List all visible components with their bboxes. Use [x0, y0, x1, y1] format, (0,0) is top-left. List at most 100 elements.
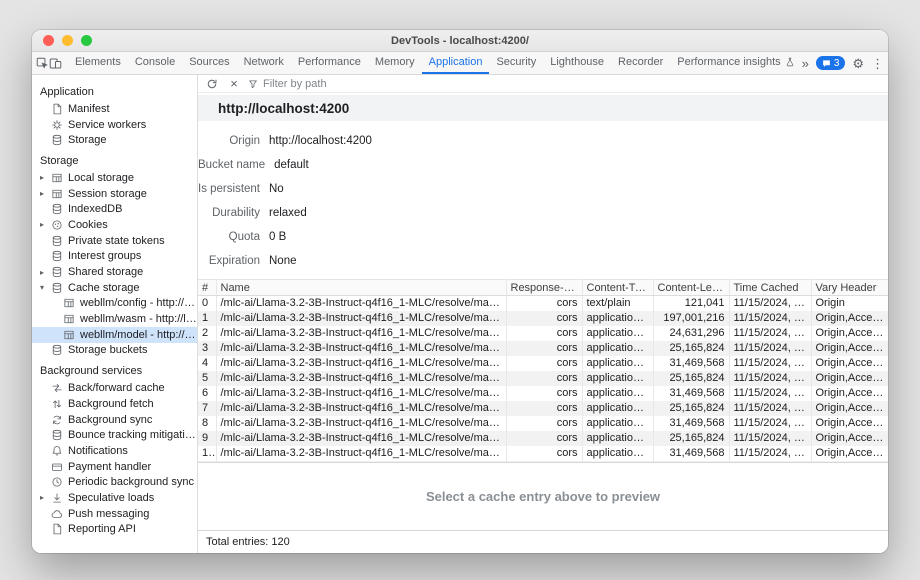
column-header-content-type[interactable]: Content-Type [582, 280, 653, 296]
cell-response-type: cors [506, 416, 582, 431]
devtools-window: DevTools - localhost:4200/ ElementsConso… [32, 30, 888, 553]
content-pane: × http://localhost:4200 Originhttp://loc… [198, 75, 888, 553]
section-header-storage[interactable]: Storage [32, 154, 197, 168]
sidebar-item-storage[interactable]: Storage [32, 132, 197, 148]
tab-elements[interactable]: Elements [68, 52, 128, 74]
cell-content-type: application/oc… [582, 401, 653, 416]
tab-security[interactable]: Security [489, 52, 543, 74]
cell-content-type: application/oc… [582, 326, 653, 341]
sidebar-item-interest-groups[interactable]: Interest groups [32, 249, 197, 265]
sidebar-item-speculative-loads[interactable]: ▸ Speculative loads [32, 490, 197, 506]
table-row[interactable]: 3/mlc-ai/Llama-3.2-3B-Instruct-q4f16_1-M… [198, 341, 888, 356]
tab-console[interactable]: Console [128, 52, 182, 74]
table-row[interactable]: 9/mlc-ai/Llama-3.2-3B-Instruct-q4f16_1-M… [198, 431, 888, 446]
sidebar-item-background-sync[interactable]: Background sync [32, 412, 197, 428]
sidebar-item-label: Speculative loads [68, 492, 154, 504]
cell-time-cached: 11/15/2024, 10… [729, 371, 811, 386]
table-row[interactable]: 5/mlc-ai/Llama-3.2-3B-Instruct-q4f16_1-M… [198, 371, 888, 386]
tab-recorder[interactable]: Recorder [611, 52, 670, 74]
sidebar-item-webllm-model-http-loc[interactable]: webllm/model - http://loc… [32, 327, 197, 343]
sidebar-item-notifications[interactable]: Notifications [32, 443, 197, 459]
clock-icon [51, 476, 68, 488]
chevron-right-icon[interactable]: ▸ [40, 189, 51, 198]
chevron-down-icon[interactable]: ▾ [40, 283, 51, 292]
sidebar-item-push-messaging[interactable]: Push messaging [32, 506, 197, 522]
cell-name: /mlc-ai/Llama-3.2-3B-Instruct-q4f16_1-ML… [216, 311, 506, 326]
sidebar-item-label: Cache storage [68, 282, 140, 294]
tab-label: Application [429, 56, 483, 68]
delete-selected-icon[interactable]: × [226, 76, 242, 92]
sidebar-item-manifest[interactable]: Manifest [32, 101, 197, 117]
sidebar-item-local-storage[interactable]: ▸Local storage [32, 170, 197, 186]
table-row[interactable]: 6/mlc-ai/Llama-3.2-3B-Instruct-q4f16_1-M… [198, 386, 888, 401]
inspect-element-icon[interactable] [36, 52, 49, 74]
tab-performance-insights[interactable]: Performance insights [670, 52, 801, 74]
chevron-right-icon[interactable]: ▸ [40, 173, 51, 182]
cell-content-length: 31,469,568 [653, 416, 729, 431]
sidebar-item-webllm-wasm-http-loca[interactable]: webllm/wasm - http://loca… [32, 311, 197, 327]
sidebar-item-label: Session storage [68, 188, 147, 200]
sidebar-item-payment-handler[interactable]: Payment handler [32, 459, 197, 475]
column-header-name[interactable]: Name [216, 280, 506, 296]
table-row[interactable]: 0/mlc-ai/Llama-3.2-3B-Instruct-q4f16_1-M… [198, 296, 888, 312]
sidebar-item-session-storage[interactable]: ▸ Session storage [32, 186, 197, 202]
sidebar-item-webllm-config-http-loc[interactable]: webllm/config - http://loc… [32, 296, 197, 312]
sidebar-item-storage-buckets[interactable]: Storage buckets [32, 343, 197, 359]
cloud-icon [51, 508, 68, 520]
sidebar-item-bounce-tracking-mitigations[interactable]: Bounce tracking mitigations [32, 427, 197, 443]
cell-time-cached: 11/15/2024, 10… [729, 446, 811, 461]
refresh-icon[interactable] [204, 76, 220, 92]
chevron-right-icon[interactable]: ▸ [40, 268, 51, 277]
filter-field [248, 78, 483, 90]
console-messages-badge[interactable]: 3 [816, 56, 846, 70]
filter-by-path-input[interactable] [263, 78, 483, 90]
section-header-background-services[interactable]: Background services [32, 364, 197, 378]
tab-performance[interactable]: Performance [291, 52, 368, 74]
tab-network[interactable]: Network [237, 52, 291, 74]
cell-index: 10 [198, 446, 216, 461]
sidebar-item-back-forward-cache[interactable]: Back/forward cache [32, 380, 197, 396]
sidebar-item-periodic-background-sync[interactable]: Periodic background sync [32, 474, 197, 490]
sidebar-item-private-state-tokens[interactable]: Private state tokens [32, 233, 197, 249]
settings-gear-icon[interactable]: ⚙ [852, 57, 864, 70]
document-icon [51, 103, 68, 115]
detail-label: Origin [198, 135, 260, 147]
more-options-icon[interactable]: ⋮ [871, 57, 884, 70]
column-header-response-type[interactable]: Response-Type [506, 280, 582, 296]
tab-sources[interactable]: Sources [182, 52, 236, 74]
tab-lighthouse[interactable]: Lighthouse [543, 52, 611, 74]
tab-application[interactable]: Application [422, 52, 490, 74]
cell-content-length: 197,001,216 [653, 311, 729, 326]
cache-entries-table: #NameResponse-TypeContent-TypeContent-Le… [198, 279, 888, 462]
cache-toolbar: × [198, 75, 888, 93]
sidebar-item-reporting-api[interactable]: Reporting API [32, 522, 197, 538]
chevron-right-icon[interactable]: ▸ [40, 220, 51, 229]
column-header-vary-header[interactable]: Vary Header [811, 280, 888, 296]
column-header-time-cached[interactable]: Time Cached [729, 280, 811, 296]
cell-name: /mlc-ai/Llama-3.2-3B-Instruct-q4f16_1-ML… [216, 401, 506, 416]
chevron-right-icon[interactable]: ▸ [40, 493, 51, 502]
table-row[interactable]: 8/mlc-ai/Llama-3.2-3B-Instruct-q4f16_1-M… [198, 416, 888, 431]
sidebar-item-service-workers[interactable]: Service workers [32, 117, 197, 133]
more-tabs-icon[interactable]: » [802, 57, 809, 70]
table-row[interactable]: 7/mlc-ai/Llama-3.2-3B-Instruct-q4f16_1-M… [198, 401, 888, 416]
column-header-index[interactable]: # [198, 280, 216, 296]
sidebar-item-indexeddb[interactable]: IndexedDB [32, 201, 197, 217]
sidebar-item-background-fetch[interactable]: Background fetch [32, 396, 197, 412]
cell-response-type: cors [506, 341, 582, 356]
sidebar-item-label: Manifest [68, 103, 110, 115]
table-row[interactable]: 1/mlc-ai/Llama-3.2-3B-Instruct-q4f16_1-M… [198, 311, 888, 326]
sidebar-item-shared-storage[interactable]: ▸Shared storage [32, 264, 197, 280]
column-header-content-length[interactable]: Content-Length [653, 280, 729, 296]
device-toolbar-icon[interactable] [49, 52, 62, 74]
sidebar-item-cookies[interactable]: ▸Cookies [32, 217, 197, 233]
table-row[interactable]: 2/mlc-ai/Llama-3.2-3B-Instruct-q4f16_1-M… [198, 326, 888, 341]
tab-label: Console [135, 56, 175, 68]
table-row[interactable]: 4/mlc-ai/Llama-3.2-3B-Instruct-q4f16_1-M… [198, 356, 888, 371]
table-row[interactable]: 10/mlc-ai/Llama-3.2-3B-Instruct-q4f16_1-… [198, 446, 888, 461]
origin-title: http://localhost:4200 [198, 95, 888, 121]
section-header-application[interactable]: Application [32, 85, 197, 99]
tab-memory[interactable]: Memory [368, 52, 422, 74]
sidebar-item-cache-storage[interactable]: ▾ Cache storage [32, 280, 197, 296]
cell-response-type: cors [506, 401, 582, 416]
